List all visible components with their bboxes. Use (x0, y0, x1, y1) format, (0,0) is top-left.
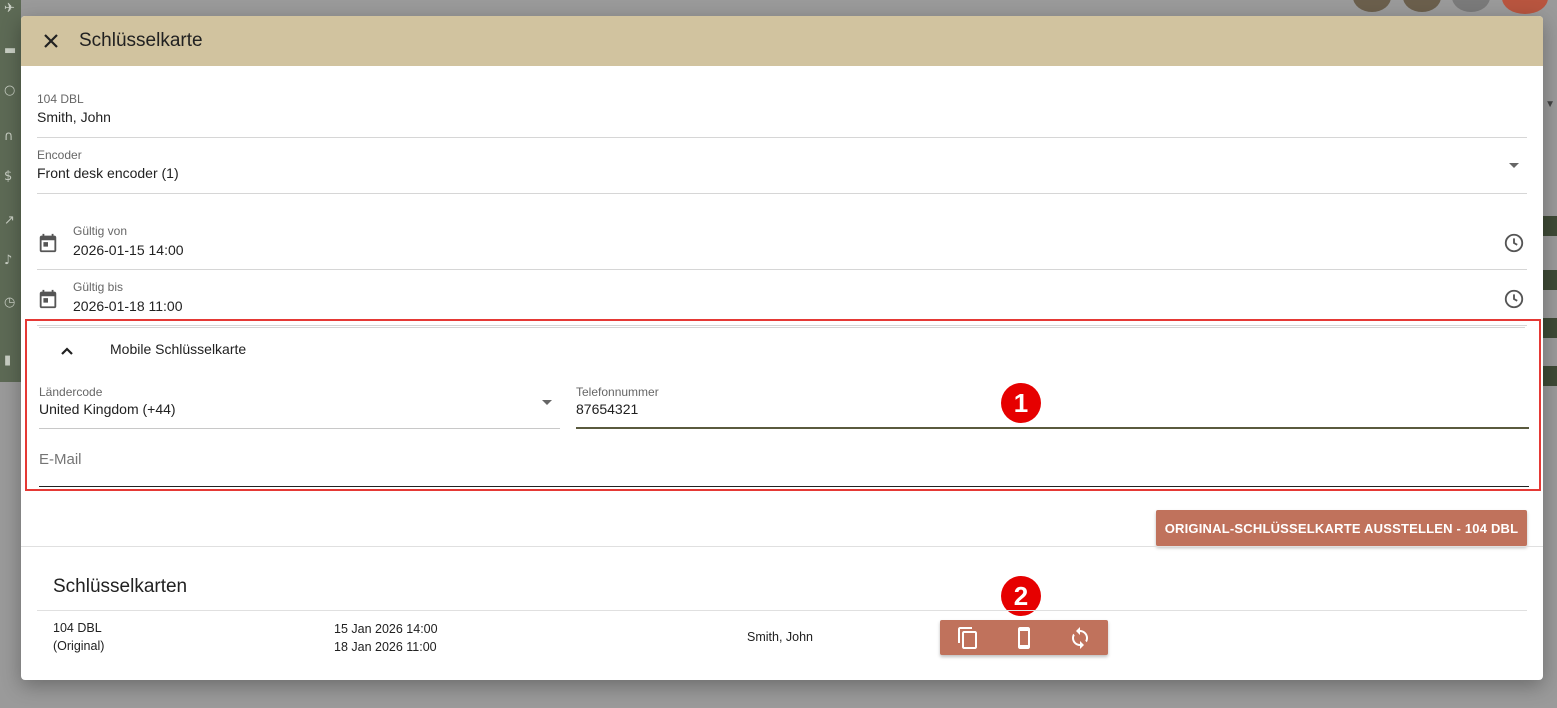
valid-from-label: Gültig von (73, 224, 128, 238)
dialog-title: Schlüsselkarte (79, 30, 203, 51)
close-icon (44, 34, 58, 48)
chat-icon: ▮ (4, 353, 12, 368)
guest-name: Smith, John (37, 109, 111, 125)
arrow-icon: ↗ (4, 213, 15, 228)
key-cards-title: Schlüsselkarten (53, 576, 188, 597)
valid-from-field[interactable]: Gültig von 2026-01-15 14:00 (37, 218, 1527, 270)
key-card-room-number: 104 DBL (53, 621, 102, 635)
time-icon: ◷ (4, 295, 16, 310)
valid-to-label: Gültig bis (73, 280, 124, 294)
room-guest-field: 104 DBL Smith, John (37, 86, 1527, 138)
mobile-phone-icon[interactable] (1012, 626, 1036, 650)
country-code-value: United Kingdom (+44) (39, 401, 176, 417)
background-avatar (1452, 0, 1490, 12)
issue-original-key-card-button[interactable]: ORIGINAL-SCHLÜSSELKARTE AUSSTELLEN - 104… (1156, 510, 1527, 546)
key-card-dialog: Schlüsselkarte 104 DBL Smith, John Encod… (21, 16, 1543, 680)
dropdown-arrow-icon (1509, 163, 1519, 168)
chevron-up-icon[interactable] (59, 343, 75, 359)
valid-from-value: 2026-01-15 14:00 (73, 242, 184, 258)
background-avatar (1403, 0, 1441, 12)
calendar-icon[interactable] (37, 232, 59, 254)
background-strip (1543, 216, 1557, 236)
plane-icon: ✈ (4, 1, 15, 16)
key-card-to: 18 Jan 2026 11:00 (334, 640, 437, 654)
calendar-icon[interactable] (37, 288, 59, 310)
background-strip (1543, 318, 1557, 338)
background-avatar (1502, 0, 1548, 14)
divider (21, 546, 1543, 547)
divider (37, 610, 1527, 611)
money-icon: $ (4, 169, 13, 184)
music-icon: ♪ (4, 253, 13, 268)
close-button[interactable] (39, 29, 63, 53)
key-card-guest: Smith, John (747, 630, 814, 644)
mobile-key-title[interactable]: Mobile Schlüsselkarte (110, 341, 246, 357)
encoder-select[interactable]: Encoder Front desk encoder (1) (37, 142, 1527, 194)
background-strip (1543, 366, 1557, 386)
valid-to-value: 2026-01-18 11:00 (73, 298, 183, 314)
background-strip (1543, 270, 1557, 290)
phone-number-label: Telefonnummer (576, 385, 659, 399)
phone-number-value: 87654321 (576, 401, 639, 417)
mobile-key-section: Mobile Schlüsselkarte Ländercode United … (25, 319, 1541, 491)
clock-icon[interactable] (1503, 288, 1525, 310)
email-placeholder: E-Mail (39, 451, 82, 468)
sync-icon[interactable] (1068, 626, 1092, 650)
background-avatar (1353, 0, 1391, 12)
country-code-label: Ländercode (39, 385, 103, 399)
copy-icon[interactable] (956, 626, 980, 650)
key-card-validity: 15 Jan 2026 14:00 18 Jan 2026 11:00 (334, 620, 438, 656)
room-label: 104 DBL (37, 92, 84, 106)
link-icon: ∩ (4, 129, 14, 144)
key-card-room: 104 DBL (Original) (53, 619, 104, 655)
background-sidebar: ✈ ▬ ○ ∩ $ ↗ ♪ ◷ ▮ (0, 0, 21, 382)
dialog-header: Schlüsselkarte (21, 16, 1543, 66)
key-card-from: 15 Jan 2026 14:00 (334, 622, 438, 636)
clock-icon[interactable] (1503, 232, 1525, 254)
phone-number-input[interactable]: Telefonnummer 87654321 (576, 385, 1529, 429)
email-input[interactable]: E-Mail (39, 443, 1529, 487)
divider (39, 327, 1525, 328)
encoder-value: Front desk encoder (1) (37, 165, 179, 181)
dropdown-arrow-icon (542, 400, 552, 405)
search-icon: ○ (4, 83, 16, 98)
encoder-label: Encoder (37, 148, 82, 162)
bed-icon: ▬ (4, 43, 17, 58)
annotation-marker-1: 1 (1001, 383, 1041, 423)
background-dropdown-arrow: ▼ (1545, 99, 1555, 110)
key-card-type: (Original) (53, 639, 105, 653)
country-code-select[interactable]: Ländercode United Kingdom (+44) (39, 385, 560, 429)
key-card-actions (940, 620, 1108, 655)
